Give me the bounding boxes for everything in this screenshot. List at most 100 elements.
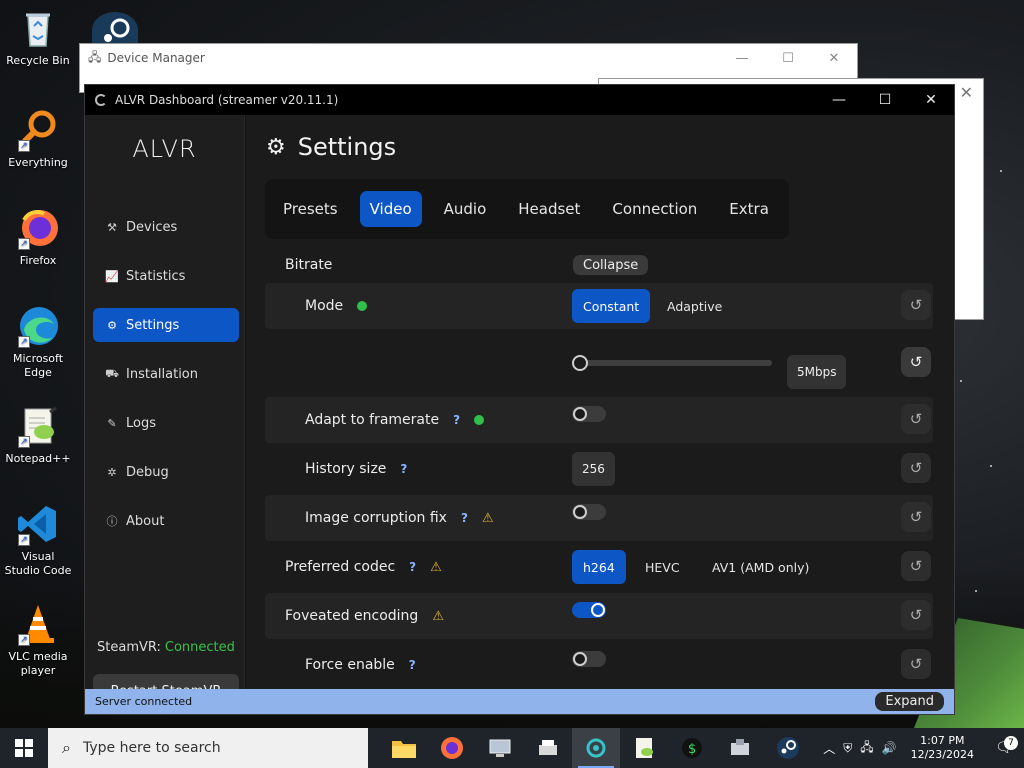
desktop-icon-label: Firefox [19,254,57,267]
setting-row-preferred-codec: Preferred codec ? ⚠ h264 HEVC AV1 (AMD o… [265,544,933,590]
codec-h264-button[interactable]: h264 [572,550,626,584]
device-manager-icon: 🖧 [88,49,102,64]
reset-button[interactable]: ↺ [901,600,931,630]
minimize-button[interactable]: — [816,85,862,115]
reset-button[interactable]: ↺ [901,290,931,320]
reset-button[interactable]: ↺ [901,347,931,377]
sidebar-item-logs[interactable]: ✎ Logs [93,406,239,440]
desktop-icon-recycle-bin[interactable]: Recycle Bin [4,6,72,68]
warning-icon[interactable]: ⚠ [432,609,444,624]
bitrate-slider[interactable] [572,355,772,371]
sidebar-item-about[interactable]: ⓘ About [93,504,239,538]
tab-presets[interactable]: Presets [273,191,348,227]
help-icon[interactable]: ? [400,462,407,476]
adapt-framerate-label-group: Adapt to framerate ? [305,397,485,443]
reset-button[interactable]: ↺ [901,453,931,483]
edge-icon: ↗ [16,304,60,348]
tab-audio[interactable]: Audio [434,191,497,227]
chevron-up-icon[interactable]: ︿ [823,740,835,757]
reset-button[interactable]: ↺ [901,649,931,679]
sidebar-item-devices[interactable]: ⚒ Devices [93,210,239,244]
close-icon[interactable]: ✕ [960,83,973,102]
desktop-icon-notepad-plus-plus[interactable]: ↗ Notepad++ [4,404,72,466]
desktop-icon-microsoft-edge[interactable]: ↗ Microsoft Edge [4,304,72,380]
vlc-cone-icon: ↗ [16,602,60,646]
tab-video[interactable]: Video [359,191,422,227]
taskbar-printer[interactable] [524,728,572,768]
steamvr-label: SteamVR: [97,640,161,655]
taskbar-search-input[interactable]: ⌕ Type here to search [48,728,368,768]
status-dot-icon [357,301,368,311]
network-icon[interactable]: 🖧 [860,738,873,759]
setting-row-history-size: History size ? 256 ↺ [265,446,933,492]
help-icon[interactable]: ? [453,413,460,427]
tab-headset[interactable]: Headset [508,191,590,227]
title-bar[interactable]: ALVR Dashboard (streamer v20.11.1) — ☐ ✕ [85,85,954,115]
close-button[interactable]: ✕ [908,85,954,115]
desktop-icon-firefox[interactable]: ↗ Firefox [4,206,72,268]
minimize-icon: — [832,92,846,108]
collapse-button[interactable]: Collapse [573,255,649,275]
desktop-icon-vlc[interactable]: ↗ VLC media player [4,602,72,678]
start-button[interactable] [0,728,48,768]
taskbar-firefox[interactable] [428,728,476,768]
warning-icon[interactable]: ⚠ [430,560,442,575]
minimize-icon[interactable]: — [719,51,765,66]
taskbar-file-explorer[interactable] [380,728,428,768]
desktop-icon-everything[interactable]: ↗ Everything [4,108,72,170]
history-size-label-group: History size ? [305,446,407,492]
notification-center-button[interactable]: 🗨 7 [984,736,1024,756]
sidebar-item-settings[interactable]: ⚙ Settings [93,308,239,342]
desktop-icon-visual-studio-code[interactable]: ↗ Visual Studio Code [4,502,72,578]
security-icon[interactable]: ⛨ [843,741,852,756]
taskbar-app-tools[interactable] [716,728,764,768]
search-icon: ⌕ [62,738,71,757]
help-icon[interactable]: ? [409,560,416,574]
reset-button[interactable]: ↺ [901,551,931,581]
codec-hevc-button[interactable]: HEVC [634,550,691,584]
history-size-field[interactable]: 256 [572,452,615,486]
foveated-encoding-toggle[interactable] [572,602,606,618]
adapt-framerate-toggle[interactable] [572,406,606,422]
toggle-knob [573,652,587,666]
reset-button[interactable]: ↺ [901,502,931,532]
alvr-logo-icon [95,94,107,106]
brand-title: ALVR [132,135,197,163]
taskbar-steam[interactable] [764,728,812,768]
sidebar-item-debug[interactable]: ✲ Debug [93,455,239,489]
setting-row-adapt-framerate: Adapt to framerate ? ↺ [265,397,933,443]
tab-extra[interactable]: Extra [719,191,779,227]
reset-button[interactable]: ↺ [901,404,931,434]
mode-constant-button[interactable]: Constant [572,289,651,323]
sidebar-item-installation[interactable]: ⛟ Installation [93,357,239,391]
mode-adaptive-button[interactable]: Adaptive [656,289,733,323]
steamvr-status-value: Connected [164,640,235,655]
image-corruption-toggle[interactable] [572,504,606,520]
help-icon[interactable]: ? [461,511,468,525]
maximize-button[interactable]: ☐ [862,85,908,115]
slider-thumb[interactable] [572,355,588,371]
volume-icon[interactable]: 🔊 [882,741,897,755]
gear-icon: ⚙ [107,318,117,332]
taskbar-alvr[interactable] [572,728,620,768]
recycle-bin-icon [16,6,60,50]
alvr-logo-icon [586,738,606,758]
close-icon[interactable]: ✕ [811,51,857,66]
steam-icon [777,737,799,759]
taskbar-clock[interactable]: 1:07 PM 12/23/2024 [911,734,974,762]
expand-button[interactable]: Expand [875,692,944,711]
taskbar-notepad-plus-plus[interactable] [620,728,668,768]
history-size-label: History size [305,461,387,477]
tab-connection[interactable]: Connection [602,191,707,227]
bitrate-value-field[interactable]: 5Mbps [787,355,847,389]
sidebar-item-statistics[interactable]: 📈 Statistics [93,259,239,293]
reset-icon: ↺ [909,508,923,526]
help-icon[interactable]: ? [409,658,416,672]
codec-av1-button[interactable]: AV1 (AMD only) [701,550,820,584]
taskbar-app-green[interactable]: $ [668,728,716,768]
warning-icon[interactable]: ⚠ [482,511,494,526]
maximize-icon[interactable]: ☐ [765,51,811,66]
force-enable-toggle[interactable] [572,651,606,667]
taskbar-device-manager[interactable] [476,728,524,768]
notepad-plus-plus-icon [636,738,653,758]
